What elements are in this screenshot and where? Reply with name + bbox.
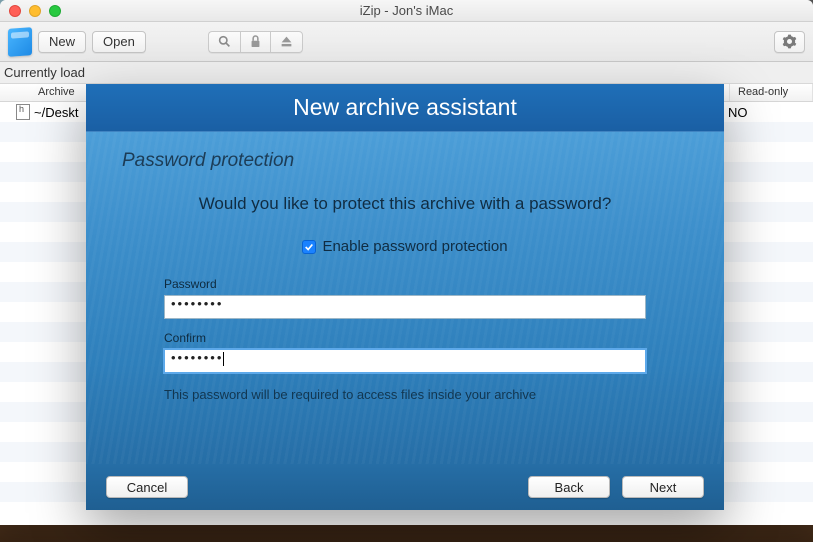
password-label: Password	[164, 277, 646, 291]
back-button[interactable]: Back	[528, 476, 610, 498]
enable-password-label: Enable password protection	[322, 238, 507, 255]
titlebar: iZip - Jon's iMac	[0, 0, 813, 22]
text-cursor	[223, 352, 224, 366]
password-input[interactable]: ••••••••	[164, 295, 646, 319]
lock-icon	[250, 35, 261, 48]
status-text: Currently load	[4, 65, 85, 80]
status-infobar: Currently load	[0, 62, 813, 84]
lock-button[interactable]	[240, 31, 270, 53]
section-title: Password protection	[122, 150, 688, 172]
close-window-button[interactable]	[9, 5, 21, 17]
confirm-password-input[interactable]: ••••••••	[164, 349, 646, 373]
new-archive-assistant-sheet: New archive assistant Password protectio…	[86, 84, 724, 510]
file-icon	[16, 104, 30, 120]
search-icon	[218, 35, 231, 48]
toolbar-action-group	[208, 31, 303, 53]
window-title: iZip - Jon's iMac	[0, 3, 813, 18]
sheet-title: New archive assistant	[86, 84, 724, 132]
eject-icon	[280, 35, 293, 48]
window-controls	[0, 5, 61, 17]
toolbar: New Open	[0, 22, 813, 62]
confirm-label: Confirm	[164, 331, 646, 345]
check-icon	[304, 242, 314, 252]
sheet-body: Password protection Would you like to pr…	[86, 132, 724, 464]
open-button[interactable]: Open	[92, 31, 146, 53]
cell-readonly: NO	[728, 105, 748, 120]
minimize-window-button[interactable]	[29, 5, 41, 17]
enable-password-checkbox[interactable]	[302, 240, 316, 254]
app-icon	[8, 27, 32, 57]
sheet-footer: Cancel Back Next	[86, 464, 724, 510]
next-button[interactable]: Next	[622, 476, 704, 498]
password-prompt: Would you like to protect this archive w…	[122, 194, 688, 214]
password-hint: This password will be required to access…	[164, 387, 646, 402]
settings-button[interactable]	[774, 31, 805, 53]
maximize-window-button[interactable]	[49, 5, 61, 17]
cancel-button[interactable]: Cancel	[106, 476, 188, 498]
eject-button[interactable]	[270, 31, 303, 53]
search-button[interactable]	[208, 31, 240, 53]
new-button[interactable]: New	[38, 31, 86, 53]
column-header-readonly[interactable]: Read-only	[730, 84, 813, 101]
gear-icon	[782, 34, 797, 49]
